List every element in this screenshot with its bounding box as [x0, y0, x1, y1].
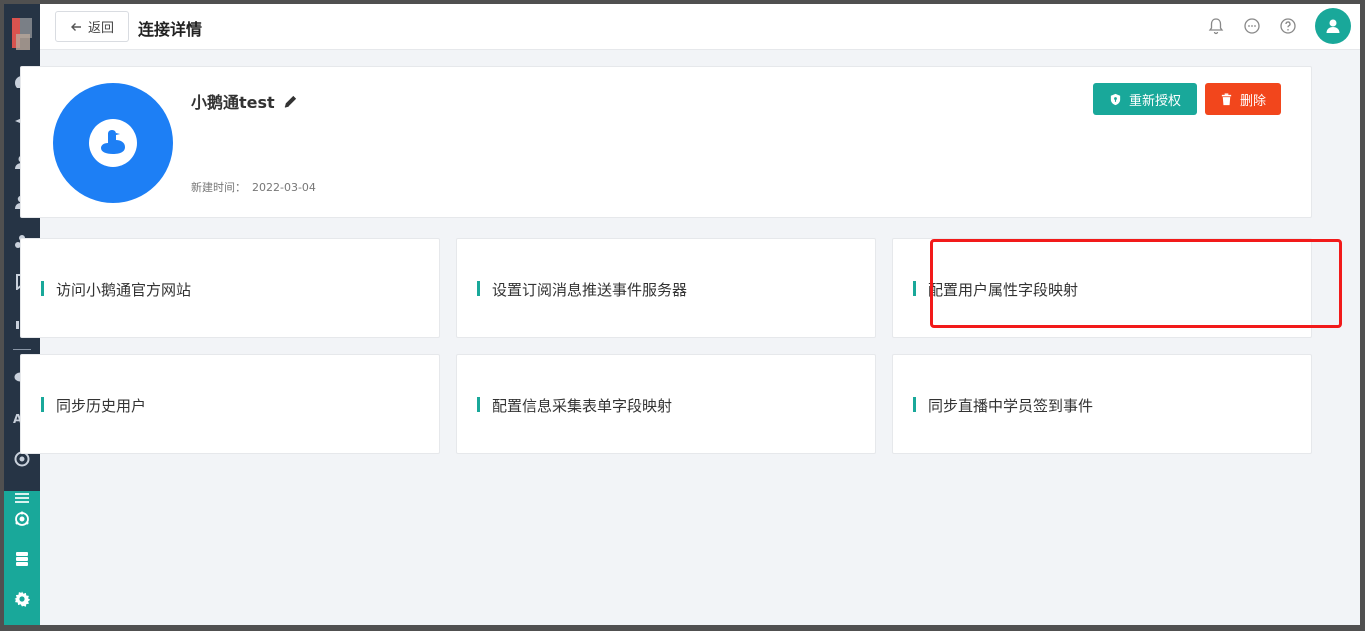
action-label: 配置信息采集表单字段映射 [492, 397, 673, 415]
help-icon[interactable] [1279, 17, 1297, 35]
chat-icon[interactable] [1243, 17, 1261, 35]
created-date: 新建时间： 2022-03-04 [191, 179, 316, 195]
top-header: 返回 连接详情 [40, 4, 1360, 50]
action-card-form-field-mapping[interactable]: 配置信息采集表单字段映射 [456, 354, 876, 454]
arrow-left-icon [70, 22, 81, 31]
edit-pencil-icon[interactable] [283, 94, 298, 109]
server-icon[interactable] [4, 548, 40, 570]
reauthorize-label: 重新授权 [1128, 93, 1181, 109]
created-date-label: 新建时间： [191, 181, 246, 194]
trash-icon [1221, 92, 1232, 105]
action-label: 访问小鹅通官方网站 [56, 281, 192, 299]
created-date-value: 2022-03-04 [252, 181, 316, 194]
delete-button[interactable]: 删除 [1205, 83, 1281, 115]
action-label: 同步历史用户 [56, 397, 147, 415]
delete-label: 删除 [1239, 93, 1266, 109]
accent-bar [477, 281, 480, 296]
gear-icon[interactable] [4, 588, 40, 610]
action-card-visit-website[interactable]: 访问小鹅通官方网站 [20, 238, 440, 338]
back-label: 返回 [87, 21, 114, 36]
action-label: 同步直播中学员签到事件 [928, 397, 1094, 415]
network-icon[interactable] [4, 508, 40, 530]
user-avatar-icon [1326, 19, 1340, 33]
reauthorize-button[interactable]: 重新授权 [1093, 83, 1197, 115]
action-card-sync-history-users[interactable]: 同步历史用户 [20, 354, 440, 454]
accent-bar [913, 397, 916, 412]
shield-icon [1110, 93, 1121, 105]
app-logo [10, 14, 34, 54]
connection-name: 小鹅通test [191, 89, 298, 113]
action-card-user-attribute-mapping[interactable]: 配置用户属性字段映射 [892, 238, 1312, 338]
avatar[interactable] [1315, 8, 1351, 44]
connection-name-text: 小鹅通test [191, 93, 275, 112]
sidebar-divider [13, 349, 31, 350]
accent-bar [41, 397, 44, 412]
goose-logo-icon [53, 83, 173, 203]
action-card-subscription-server[interactable]: 设置订阅消息推送事件服务器 [456, 238, 876, 338]
action-label: 配置用户属性字段映射 [928, 281, 1079, 299]
accent-bar [913, 281, 916, 296]
accent-bar [477, 397, 480, 412]
action-card-sync-checkin-events[interactable]: 同步直播中学员签到事件 [892, 354, 1312, 454]
connection-profile-card: 小鹅通test 新建时间： 2022-03-04 重新授权 删除 [20, 66, 1312, 218]
list-icon[interactable] [4, 491, 40, 505]
back-button[interactable]: 返回 [55, 11, 129, 42]
page-title: 连接详情 [138, 20, 203, 39]
sidebar-bottom-section [4, 491, 40, 625]
action-label: 设置订阅消息推送事件服务器 [492, 281, 688, 299]
accent-bar [41, 281, 44, 296]
bell-icon[interactable] [1207, 17, 1225, 35]
app-window: Ad 返回 连接详情 [4, 4, 1360, 625]
